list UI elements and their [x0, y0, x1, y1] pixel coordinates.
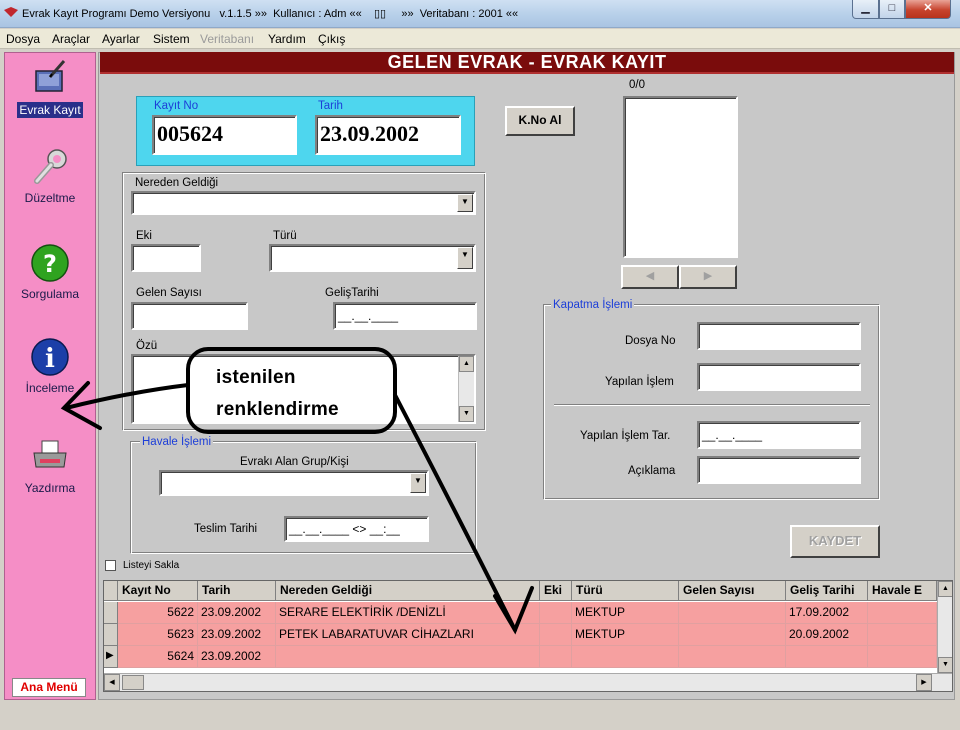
- arrow-down-annotation: [393, 393, 517, 632]
- arrow-down-head: [493, 586, 534, 635]
- annotation-arrows: [60, 381, 534, 635]
